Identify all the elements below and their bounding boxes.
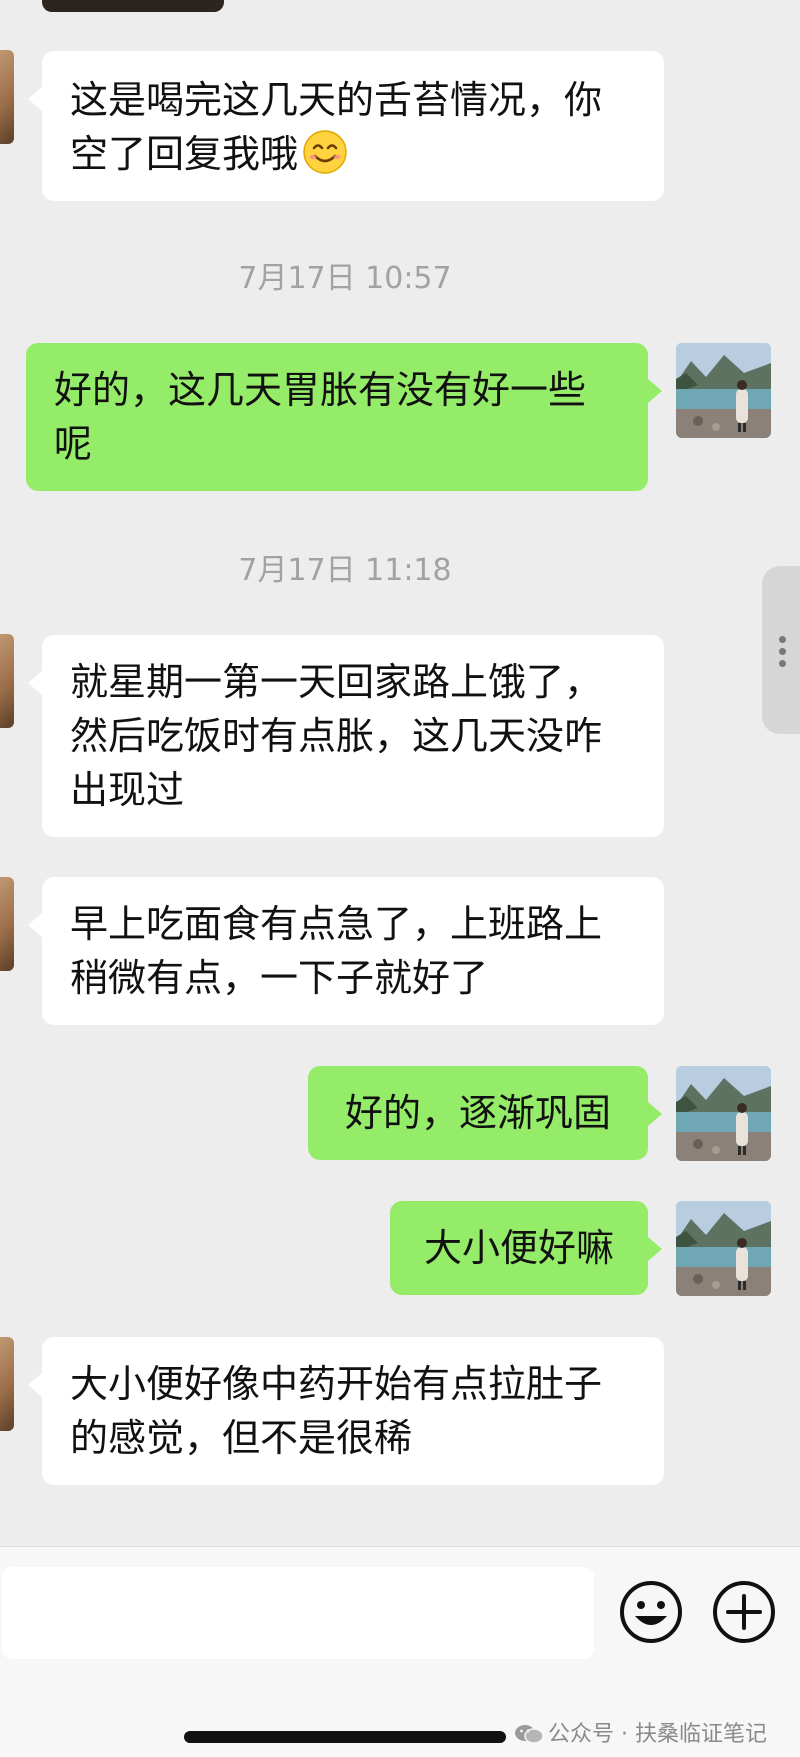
watermark-text: 公众号 · 扶桑临证笔记: [548, 1722, 767, 1747]
smiling-face-emoji-icon: [303, 130, 347, 174]
handle-dot: [779, 636, 786, 643]
my-avatar[interactable]: [676, 343, 771, 438]
contact-avatar[interactable]: [0, 1337, 14, 1431]
home-indicator[interactable]: [184, 1731, 506, 1743]
message-text: 好的，逐渐巩固: [344, 1091, 611, 1135]
outgoing-message[interactable]: 好的，这几天胃胀有没有好一些呢: [26, 343, 662, 491]
contact-avatar[interactable]: [0, 50, 14, 144]
message-timestamp: 7月17日 10:57: [238, 261, 452, 296]
my-avatar[interactable]: [676, 1201, 771, 1296]
landscape-photo-icon: [676, 1066, 771, 1161]
contact-avatar[interactable]: [0, 634, 14, 728]
side-drawer-handle[interactable]: [762, 566, 800, 734]
incoming-message[interactable]: 这是喝完这几天的舌苔情况，你空了回复我哦: [28, 51, 664, 201]
contact-avatar[interactable]: [0, 877, 14, 971]
emoji-icon[interactable]: [618, 1579, 684, 1645]
landscape-photo-icon: [676, 343, 771, 438]
plus-icon[interactable]: [711, 1579, 777, 1645]
watermark: 公众号 · 扶桑临证笔记: [514, 1717, 800, 1753]
my-avatar[interactable]: [676, 1066, 771, 1161]
handle-dot: [779, 648, 786, 655]
message-text: 早上吃面食有点急了，上班路上稍微有点，一下子就好了: [70, 902, 603, 1000]
message-text: 大小便好嘛: [423, 1226, 614, 1270]
outgoing-message[interactable]: 好的，逐渐巩固: [308, 1066, 662, 1160]
incoming-message[interactable]: 就星期一第一天回家路上饿了，然后吃饭时有点胀，这几天没咋出现过: [28, 635, 664, 837]
message-text: 就星期一第一天回家路上饿了，然后吃饭时有点胀，这几天没咋出现过: [70, 660, 603, 812]
incoming-message[interactable]: 大小便好像中药开始有点拉肚子的感觉，但不是很稀: [28, 1337, 664, 1485]
wechat-icon: [515, 1725, 544, 1744]
previous-image-message[interactable]: [42, 0, 224, 12]
incoming-message[interactable]: 早上吃面食有点急了，上班路上稍微有点，一下子就好了: [28, 877, 664, 1025]
handle-dot: [779, 660, 786, 667]
outgoing-message[interactable]: 大小便好嘛: [390, 1201, 662, 1295]
message-input[interactable]: [2, 1567, 594, 1659]
message-timestamp: 7月17日 11:18: [238, 553, 452, 588]
message-text: 大小便好像中药开始有点拉肚子的感觉，但不是很稀: [70, 1362, 603, 1460]
landscape-photo-icon: [676, 1201, 771, 1296]
message-input-bar: 公众号 · 扶桑临证笔记: [0, 1546, 800, 1757]
message-text: 好的，这几天胃胀有没有好一些呢: [54, 368, 587, 466]
